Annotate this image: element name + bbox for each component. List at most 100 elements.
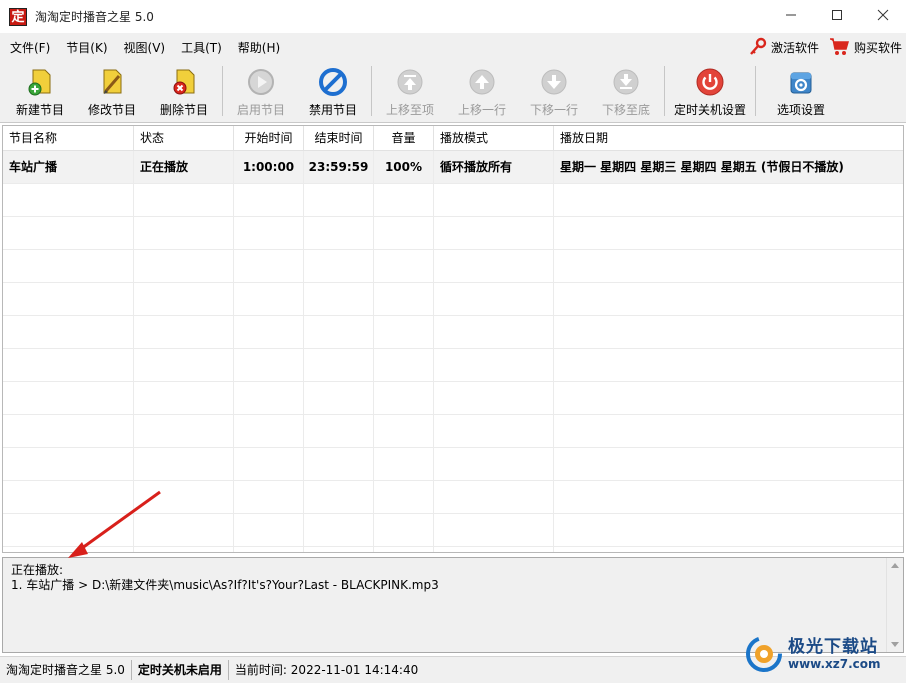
move-up-label: 上移一行 bbox=[457, 103, 506, 117]
log-content: 正在播放: 1. 车站广播 > D:\新建文件夹\music\As?If?It'… bbox=[11, 563, 439, 593]
scroll-down-icon[interactable] bbox=[891, 642, 899, 647]
move-to-bottom-button[interactable]: 下移至底 bbox=[590, 61, 662, 119]
scheduled-shutdown-label: 定时关机设置 bbox=[673, 103, 746, 117]
column-header-name[interactable]: 节目名称 bbox=[3, 126, 134, 150]
table-row-empty bbox=[3, 283, 903, 316]
options-button[interactable]: 选项设置 bbox=[758, 61, 844, 119]
move-to-top-button[interactable]: 上移至项 bbox=[374, 61, 446, 119]
now-playing-log[interactable]: 正在播放: 1. 车站广播 > D:\新建文件夹\music\As?If?It'… bbox=[2, 557, 904, 653]
arrow-up-icon bbox=[469, 69, 495, 95]
table-row-empty bbox=[3, 514, 903, 547]
new-program-label: 新建节目 bbox=[15, 103, 64, 117]
toolbar-separator bbox=[371, 66, 372, 116]
column-header-status[interactable]: 状态 bbox=[134, 126, 234, 150]
status-bar: 淘淘定时播音之星 5.0 定时关机未启用 当前时间: 2022-11-01 14… bbox=[0, 656, 906, 683]
edit-document-icon bbox=[103, 69, 122, 94]
minimize-icon bbox=[786, 14, 796, 16]
table-row-empty bbox=[3, 250, 903, 283]
table-row-empty bbox=[3, 415, 903, 448]
table-row-empty bbox=[3, 382, 903, 415]
move-to-top-label: 上移至项 bbox=[385, 103, 434, 117]
table-row-empty bbox=[3, 448, 903, 481]
maximize-icon bbox=[832, 10, 842, 20]
move-bottom-icon bbox=[613, 69, 639, 95]
table-row-empty bbox=[3, 316, 903, 349]
table-row-empty bbox=[3, 547, 903, 552]
toolbar-separator bbox=[664, 66, 665, 116]
buy-software-label: 购买软件 bbox=[853, 40, 902, 55]
status-app-name: 淘淘定时播音之星 5.0 bbox=[0, 660, 132, 680]
menu-file[interactable]: 文件(F) bbox=[4, 39, 56, 56]
play-icon bbox=[248, 69, 274, 95]
prohibit-icon bbox=[319, 68, 347, 96]
buy-software-link[interactable]: 购买软件 bbox=[829, 37, 902, 57]
current-time-label: 当前时间: bbox=[234, 663, 287, 677]
program-table: 节目名称 状态 开始时间 结束时间 音量 播放模式 播放日期 车站广播 正在播放… bbox=[2, 125, 904, 553]
menu-help[interactable]: 帮助(H) bbox=[232, 39, 286, 56]
menu-tools[interactable]: 工具(T) bbox=[175, 39, 228, 56]
move-top-icon bbox=[397, 69, 423, 95]
cell-status: 正在播放 bbox=[134, 151, 234, 183]
column-header-end-time[interactable]: 结束时间 bbox=[304, 126, 374, 150]
edit-program-button[interactable]: 修改节目 bbox=[76, 61, 148, 119]
key-icon bbox=[750, 37, 767, 55]
scroll-up-icon[interactable] bbox=[891, 563, 899, 568]
table-row[interactable]: 车站广播 正在播放 1:00:00 23:59:59 100% 循环播放所有 星… bbox=[3, 151, 903, 184]
delete-program-button[interactable]: 删除节目 bbox=[148, 61, 220, 119]
move-to-bottom-label: 下移至底 bbox=[601, 103, 650, 117]
table-header: 节目名称 状态 开始时间 结束时间 音量 播放模式 播放日期 bbox=[3, 126, 903, 151]
settings-icon bbox=[790, 72, 812, 94]
delete-program-label: 删除节目 bbox=[159, 103, 208, 117]
move-down-button[interactable]: 下移一行 bbox=[518, 61, 590, 119]
title-bar: 定 淘淘定时播音之星 5.0 bbox=[0, 0, 906, 33]
toolbar-separator bbox=[222, 66, 223, 116]
maximize-button[interactable] bbox=[814, 0, 860, 30]
cell-play-mode: 循环播放所有 bbox=[434, 151, 554, 183]
toolbar-separator bbox=[755, 66, 756, 116]
table-row-empty bbox=[3, 349, 903, 382]
new-document-icon bbox=[28, 69, 51, 96]
menu-bar: 文件(F) 节目(K) 视图(V) 工具(T) 帮助(H) 激活软件 购买软件 bbox=[0, 33, 906, 61]
log-heading: 正在播放: bbox=[11, 563, 64, 577]
new-program-button[interactable]: 新建节目 bbox=[4, 61, 76, 119]
enable-program-label: 启用节目 bbox=[236, 103, 285, 117]
disable-program-label: 禁用节目 bbox=[308, 103, 357, 117]
cell-start-time: 1:00:00 bbox=[234, 151, 304, 183]
menu-view[interactable]: 视图(V) bbox=[118, 39, 172, 56]
table-row-empty bbox=[3, 481, 903, 514]
arrow-down-icon bbox=[541, 69, 567, 95]
menu-program[interactable]: 节目(K) bbox=[60, 39, 113, 56]
table-row-empty bbox=[3, 184, 903, 217]
enable-program-button[interactable]: 启用节目 bbox=[225, 61, 297, 119]
cell-play-date: 星期一 星期四 星期三 星期四 星期五 (节假日不播放) bbox=[560, 160, 844, 174]
app-icon: 定 bbox=[9, 7, 27, 26]
options-label: 选项设置 bbox=[776, 103, 825, 117]
minimize-button[interactable] bbox=[768, 0, 814, 30]
scheduled-shutdown-button[interactable]: 定时关机设置 bbox=[667, 61, 753, 119]
close-button[interactable] bbox=[860, 0, 906, 30]
cell-volume: 100% bbox=[374, 151, 434, 183]
toolbar: 新建节目 修改节目 删除节目 启用节目 禁用节目 上移至项 上移一行 下移一行 … bbox=[0, 61, 906, 123]
power-icon bbox=[696, 68, 724, 96]
activate-software-link[interactable]: 激活软件 bbox=[748, 37, 819, 57]
cell-name: 车站广播 bbox=[3, 151, 134, 183]
column-header-start-time[interactable]: 开始时间 bbox=[234, 126, 304, 150]
disable-program-button[interactable]: 禁用节目 bbox=[297, 61, 369, 119]
log-line: 1. 车站广播 > D:\新建文件夹\music\As?If?It's?Your… bbox=[11, 578, 439, 592]
log-scrollbar[interactable] bbox=[886, 558, 903, 652]
cell-end-time: 23:59:59 bbox=[304, 151, 374, 183]
column-header-play-date[interactable]: 播放日期 bbox=[554, 126, 903, 150]
status-shutdown-state: 定时关机未启用 bbox=[132, 660, 229, 680]
table-row-empty bbox=[3, 217, 903, 250]
window-title: 淘淘定时播音之星 5.0 bbox=[35, 10, 154, 24]
column-header-volume[interactable]: 音量 bbox=[374, 126, 434, 150]
delete-document-icon bbox=[173, 69, 195, 95]
move-down-label: 下移一行 bbox=[529, 103, 578, 117]
move-up-button[interactable]: 上移一行 bbox=[446, 61, 518, 119]
current-time-value: 2022-11-01 14:14:40 bbox=[290, 663, 419, 677]
shopping-cart-icon bbox=[829, 38, 849, 55]
activate-software-label: 激活软件 bbox=[770, 40, 819, 55]
window-controls bbox=[768, 0, 906, 33]
column-header-play-mode[interactable]: 播放模式 bbox=[434, 126, 554, 150]
edit-program-label: 修改节目 bbox=[87, 103, 136, 117]
